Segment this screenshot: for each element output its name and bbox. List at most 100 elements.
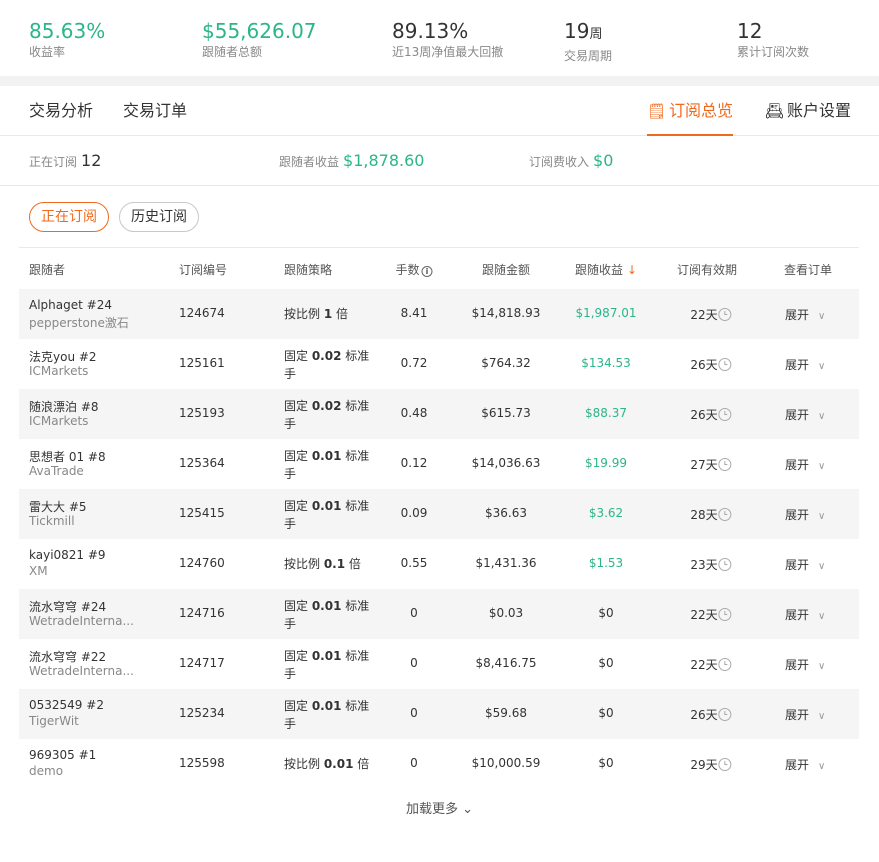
col-profit[interactable]: 跟随收益 ↓	[575, 261, 637, 278]
expand-button[interactable]: 展开 ∨	[785, 606, 825, 623]
strategy-value: 0.01	[311, 449, 342, 463]
stat-label: 跟随者总额	[202, 45, 263, 59]
validity-days: 22天	[690, 608, 718, 622]
expand-button[interactable]: 展开 ∨	[785, 656, 825, 673]
follower-broker: demo	[29, 764, 64, 778]
summary-value: $1,878.60	[343, 151, 425, 170]
table-row: 流水穹穹 #24 WetradeInterna... 124716 固定 0.01 标…	[19, 589, 859, 639]
info-icon[interactable]: i	[421, 266, 433, 277]
expand-button[interactable]: 展开 ∨	[785, 306, 825, 323]
strategy-value: 0.01	[311, 499, 342, 513]
tab-trade-analysis[interactable]: 交易分析	[29, 86, 93, 136]
clock-icon	[718, 608, 732, 621]
expand-label: 展开	[785, 658, 810, 672]
stat-trade-period: 19周 交易周期	[564, 18, 612, 64]
stat-value: 85.63%	[29, 19, 106, 43]
follower-broker: XM	[29, 564, 48, 578]
follower-broker: WetradeInterna...	[29, 614, 134, 628]
stat-max-drawdown: 89.13% 近13周净值最大回撤	[392, 18, 503, 60]
id-card-icon: 📇︎	[765, 102, 785, 120]
table-row: Alphaget #24 pepperstone激石 124674 按比例 1 倍 8.…	[19, 289, 859, 339]
expand-label: 展开	[785, 608, 810, 622]
follower-name[interactable]: 随浪漂泊 #8	[29, 398, 99, 415]
col-view-orders: 查看订单	[783, 263, 833, 277]
strategy-value: 0.01	[311, 649, 342, 663]
table-header: 跟随者 订阅编号 跟随策略 手数 i 跟随金额 跟随收益 ↓ 订阅有效期 查看订单	[19, 248, 859, 289]
expand-label: 展开	[785, 708, 810, 722]
validity: 22天	[690, 606, 732, 623]
expand-button[interactable]: 展开 ∨	[785, 706, 825, 723]
tab-trade-orders[interactable]: 交易订单	[123, 86, 187, 136]
profit-value: $0	[598, 656, 614, 670]
tab-subscription-overview[interactable]: 🗒︎ 订阅总览	[647, 86, 734, 136]
filter-active-subscriptions[interactable]: 正在订阅	[29, 202, 109, 232]
table-row: 0532549 #2 TigerWit 125234 固定 0.01 标准手 0 $59.…	[19, 689, 859, 739]
summary-label: 跟随者收益	[279, 155, 340, 169]
amount-value: $8,416.75	[475, 656, 537, 670]
profit-value: $0	[598, 756, 614, 770]
follow-strategy: 固定 0.01 标准手	[284, 497, 376, 533]
subscription-id: 125598	[179, 756, 225, 770]
col-validity: 订阅有效期	[676, 263, 738, 277]
validity-days: 22天	[690, 308, 718, 322]
subscription-id: 125161	[179, 356, 225, 370]
strategy-value: 0.02	[311, 399, 342, 413]
lots-value: 0.72	[400, 356, 428, 370]
strategy-suffix: 倍	[332, 307, 349, 321]
expand-button[interactable]: 展开 ∨	[785, 556, 825, 573]
stat-follower-total: $55,626.07 跟随者总额	[202, 18, 317, 60]
follower-name[interactable]: 969305 #1	[29, 748, 96, 762]
clock-icon	[718, 708, 732, 721]
follow-strategy: 固定 0.02 标准手	[284, 397, 376, 433]
subscription-id: 124760	[179, 556, 225, 570]
strategy-suffix: 倍	[345, 557, 361, 571]
follower-name[interactable]: 法克you #2	[29, 348, 97, 365]
follower-name[interactable]: 雷大大 #5	[29, 498, 87, 515]
strategy-value: 0.1	[323, 557, 346, 571]
validity: 27天	[690, 456, 732, 473]
follower-name[interactable]: 0532549 #2	[29, 698, 104, 712]
clock-icon	[718, 408, 732, 421]
summary-follower-profit: 跟随者收益 $1,878.60	[279, 151, 424, 170]
validity-days: 26天	[690, 708, 718, 722]
validity: 23天	[690, 556, 732, 573]
profit-value: $19.99	[585, 456, 627, 470]
clock-icon	[718, 308, 732, 321]
expand-label: 展开	[785, 758, 810, 772]
expand-button[interactable]: 展开 ∨	[785, 756, 825, 773]
follower-name[interactable]: 思想者 01 #8	[29, 448, 106, 465]
lots-value: 0.48	[400, 406, 428, 420]
summary-value: 12	[81, 151, 102, 170]
document-icon: 🗒︎	[647, 102, 667, 120]
expand-button[interactable]: 展开 ∨	[785, 456, 825, 473]
tab-account-settings[interactable]: 📇︎ 账户设置	[765, 86, 851, 136]
clock-icon	[718, 508, 732, 521]
clock-icon	[718, 758, 732, 771]
filter-history-subscriptions[interactable]: 历史订阅	[119, 202, 199, 232]
clock-icon	[718, 358, 732, 371]
follower-broker: TigerWit	[29, 714, 79, 728]
load-more-button[interactable]: 加载更多 ⌄	[0, 798, 879, 817]
stat-return-rate: 85.63% 收益率	[29, 18, 105, 60]
profit-value: $1.53	[588, 556, 624, 570]
chevron-down-icon: ∨	[818, 711, 826, 722]
stat-label: 累计订阅次数	[737, 45, 810, 59]
expand-button[interactable]: 展开 ∨	[785, 406, 825, 423]
stats-bar: 85.63% 收益率 $55,626.07 跟随者总额 89.13% 近13周净…	[0, 0, 879, 76]
follower-name[interactable]: 流水穹穹 #22	[29, 648, 106, 665]
validity-days: 23天	[690, 558, 718, 572]
chevron-down-icon: ∨	[818, 461, 826, 472]
col-lots: 手数 i	[395, 261, 433, 278]
strategy-value: 0.02	[311, 349, 342, 363]
expand-button[interactable]: 展开 ∨	[785, 356, 825, 373]
subscription-id: 124716	[179, 606, 225, 620]
validity: 29天	[690, 756, 732, 773]
follower-name[interactable]: kayi0821 #9	[29, 548, 106, 562]
validity-days: 27天	[690, 458, 718, 472]
follow-strategy: 固定 0.02 标准手	[284, 347, 376, 383]
follower-name[interactable]: 流水穹穹 #24	[29, 598, 106, 615]
follower-name[interactable]: Alphaget #24	[29, 298, 112, 312]
validity: 28天	[690, 506, 732, 523]
expand-button[interactable]: 展开 ∨	[785, 506, 825, 523]
follower-broker: Tickmill	[29, 514, 75, 528]
